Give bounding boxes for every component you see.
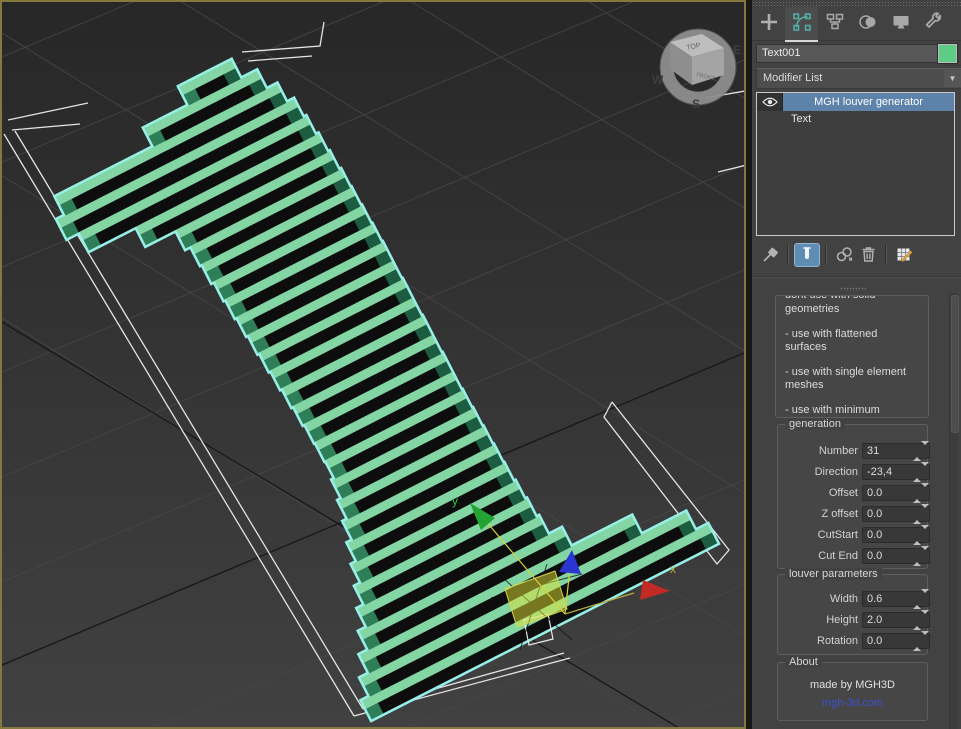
stack-row-mgh-louver-generator[interactable]: MGH louver generator [757,93,954,111]
tab-modify[interactable] [785,7,818,40]
make-unique-button[interactable] [832,243,856,267]
test-tube-icon [800,246,814,265]
pin-stack-button[interactable] [758,243,782,267]
panel-scrollbar[interactable] [949,293,959,729]
plus-icon [758,11,780,36]
tab-utilities[interactable] [917,7,950,40]
offset-row: Offset 0.0 [784,483,930,503]
command-panel: Text001 Modifier List ▼ MGH louver gener… [752,0,961,729]
chevron-down-icon[interactable]: ▼ [944,70,961,87]
z-offset-row: Z offset 0.0 [784,504,930,524]
viewcube[interactable]: W S E TOP FRONT [652,28,741,111]
notes-rollout: dont use with solid geometries - use wit… [775,295,929,418]
rotation-row: Rotation 0.0 [784,631,930,651]
tab-hierarchy[interactable] [818,7,851,40]
viewcube-west-label[interactable]: W [652,73,664,87]
gizmo-x-arrow[interactable] [640,580,670,600]
tab-display[interactable] [884,7,917,40]
spinner-arrows-icon[interactable] [913,525,929,545]
width-row: Width 0.6 [784,589,930,609]
spinner-arrows-icon[interactable] [913,483,929,503]
make-unique-icon [834,244,854,267]
about-group: About made by MGH3D mgh-3d.com [777,656,928,721]
height-label: Height [826,614,858,626]
louver-parameters-group: louver parameters Width 0.6 Height 2.0 R… [777,568,930,655]
object-name-field[interactable]: Text001 [756,44,943,63]
note-line: - use with flattened surfaces [785,328,878,353]
width-label: Width [829,593,858,605]
note-line: geometries [785,303,840,315]
object-color-swatch[interactable] [937,43,958,64]
cutstart-row: CutStart 0.0 [784,525,930,545]
direction-row: Direction -23,4 [784,462,930,482]
trash-icon [858,244,878,267]
viewcube-south-label[interactable]: S [692,97,700,111]
toolbar-separator [885,245,887,265]
gizmo-x-label: x [670,562,676,576]
louver-parameters-title: louver parameters [785,568,882,580]
modifier-list-label: Modifier List [763,72,823,84]
stack-item-label[interactable]: MGH louver generator [783,93,954,111]
scrollbar-thumb[interactable] [951,295,959,433]
rotation-label: Rotation [817,635,858,647]
clipped-note-line: dont use with solid [785,296,919,303]
object-name-row: Text001 [756,43,958,64]
spinner-arrows-icon[interactable] [913,441,929,461]
note-line: - use with minimum possible poly segment… [785,404,880,416]
spinner-arrows-icon[interactable] [913,631,929,651]
panel-separator [752,276,961,278]
viewport-canvas: y x W S E TOP FRONT [2,2,744,727]
generation-group: generation Number 31 Direction -23,4 Off… [777,418,930,569]
spinner-arrows-icon[interactable] [913,504,929,524]
hierarchy-icon [824,11,846,36]
about-group-title: About [785,656,822,668]
offset-label: Offset [828,487,858,499]
eye-icon[interactable] [757,93,783,111]
stack-toolbar [758,241,955,269]
spinner-arrows-icon[interactable] [913,589,929,609]
note-line: - use with single element meshes [785,366,907,391]
number-label: Number [818,445,858,457]
modifier-stack: MGH louver generator Text [756,92,955,236]
generation-group-title: generation [785,418,845,430]
viewcube-east-label[interactable]: E [733,43,741,57]
gizmo-y-label: y [452,494,458,508]
about-link[interactable]: mgh-3d.com [778,697,927,709]
pin-icon [760,244,780,267]
tab-create[interactable] [752,7,785,40]
stack-row-text[interactable]: Text [757,111,954,128]
application-window: y x W S E TOP FRONT Text001 Modifier Lis… [0,0,961,729]
panel-drag-grip[interactable] [752,0,961,6]
toolbar-separator [787,245,789,265]
cut-end-row: Cut End 0.0 [784,546,930,566]
motion-icon [857,11,879,36]
spinner-arrows-icon[interactable] [913,546,929,566]
spinner-arrows-icon[interactable] [913,610,929,630]
z-offset-label: Z offset [821,508,858,520]
tab-motion[interactable] [851,7,884,40]
viewport[interactable]: y x W S E TOP FRONT [0,0,746,729]
direction-label: Direction [814,466,858,478]
cutstart-label: CutStart [817,529,858,541]
configure-sets-icon [894,244,914,267]
toolbar-separator [825,245,827,265]
remove-modifier-button[interactable] [856,243,880,267]
command-panel-tabs [752,7,961,41]
spinner-arrows-icon[interactable] [913,462,929,482]
cut-end-label: Cut End [818,550,858,562]
modify-icon [791,11,813,36]
about-text: made by MGH3D [810,679,895,691]
rollout-grip[interactable] [840,287,866,291]
display-icon [890,11,912,36]
show-end-result-button[interactable] [794,243,820,267]
number-row: Number 31 [784,441,930,461]
modifier-list-dropdown[interactable]: Modifier List ▼ [756,68,961,89]
wrench-icon [923,11,945,36]
height-row: Height 2.0 [784,610,930,630]
configure-modifier-sets-button[interactable] [892,243,916,267]
